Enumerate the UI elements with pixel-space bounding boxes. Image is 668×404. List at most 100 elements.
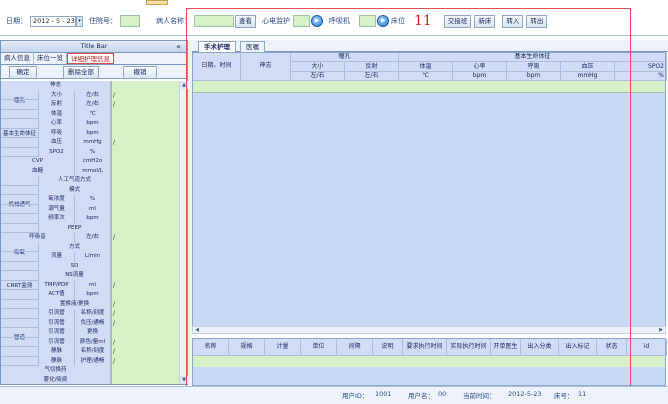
orders-col-header[interactable]: 间隔 [337, 339, 373, 356]
grid-item-value[interactable]: / [111, 337, 179, 347]
handover-button[interactable]: 交接班 [443, 14, 472, 28]
tab-detailed-care[interactable]: 详细护理信息 [67, 53, 114, 64]
grid-item-value[interactable] [111, 109, 179, 119]
grid-item-value[interactable]: / [111, 233, 179, 243]
grid-item-name: 引流管 [39, 309, 75, 319]
date-picker-input[interactable]: 2012 - 5 - 23 [30, 15, 76, 27]
grid-item-value[interactable] [111, 195, 179, 205]
col-heart-rate[interactable]: 心率 [453, 62, 507, 72]
orders-col-header[interactable]: 名称 [193, 339, 229, 356]
grid-row: CVP cmH2o [1, 157, 179, 167]
orders-col-header[interactable]: 状态 [597, 339, 627, 356]
grid-item-value[interactable] [111, 128, 179, 138]
grid-item-value[interactable] [111, 166, 179, 176]
user-name-label: 用户名： [408, 392, 434, 400]
patient-name-label: 病人名称： [156, 17, 191, 25]
col-consciousness[interactable]: 神志 [241, 53, 291, 81]
grid-item-unit: 更换 [75, 328, 111, 338]
tab-orders[interactable]: 医嘱 [240, 41, 265, 52]
scroll-down-icon[interactable]: ▼ [180, 376, 188, 384]
grid-item-value[interactable]: / [111, 138, 179, 148]
ecg-play-icon[interactable]: ▶ [311, 15, 323, 27]
grid-item-name: 置换液/更换 [39, 299, 111, 309]
grid-item-value[interactable] [111, 375, 179, 384]
grid-item-value[interactable]: / [111, 347, 179, 357]
grid-item-value[interactable] [111, 176, 179, 186]
grid-item-value[interactable] [111, 328, 179, 338]
grid-item-value[interactable]: / [111, 318, 179, 328]
transfer-in-button[interactable]: 转入 [502, 14, 524, 28]
grid-row: 模式 [1, 185, 179, 195]
orders-col-header[interactable]: 出入分类 [521, 339, 559, 356]
transfer-out-button[interactable]: 转出 [526, 14, 548, 28]
orders-col-header[interactable]: 要求执行时间 [403, 339, 447, 356]
undo-button[interactable]: 撤销 [123, 66, 157, 79]
ecg-monitor-field[interactable] [293, 15, 310, 27]
grid-item-value[interactable]: / [111, 299, 179, 309]
view-button[interactable]: 查看 [235, 14, 256, 28]
col-respiration[interactable]: 呼吸 [507, 62, 561, 72]
grid-item-value[interactable] [111, 185, 179, 195]
bed-no: 11 [578, 390, 587, 398]
left-vertical-scrollbar[interactable]: ▲ ▼ [179, 81, 188, 384]
inpatient-no-input[interactable] [120, 15, 140, 27]
grid-item-value[interactable] [111, 271, 179, 281]
grid-item-value[interactable] [111, 81, 179, 91]
ventilator-play-icon[interactable]: ▶ [377, 15, 389, 27]
orders-col-header[interactable]: 计量 [265, 339, 301, 356]
grid-item-value[interactable] [111, 214, 179, 224]
bed-no-label: 床号： [554, 392, 574, 400]
new-bed-button[interactable]: 新床 [474, 14, 496, 28]
scroll-right-icon[interactable]: ▶ [657, 327, 665, 334]
grid-item-value[interactable] [111, 223, 179, 233]
orders-col-header[interactable]: 实际执行时间 [447, 339, 491, 356]
orders-new-row[interactable] [193, 356, 665, 367]
col-pupil[interactable]: 瞳孔 [291, 53, 399, 62]
grid-item-unit: 护理/通畅 [75, 356, 111, 366]
col-temperature[interactable]: 体温 [399, 62, 453, 72]
grid-item-value[interactable] [111, 119, 179, 129]
grid-item-value[interactable] [111, 242, 179, 252]
grid-item-value[interactable] [111, 252, 179, 262]
patient-name-input[interactable] [194, 15, 234, 27]
grid-item-value[interactable]: / [111, 90, 179, 100]
tab-patient-info[interactable]: 病人信息 [1, 53, 34, 64]
col-spo2-unit: % [615, 72, 667, 81]
collapse-icon[interactable]: « [176, 41, 181, 52]
col-blood-pressure[interactable]: 血压 [561, 62, 615, 72]
tab-surgical-care[interactable]: 手术护理 [198, 41, 236, 52]
tab-bed-overview[interactable]: 床位一览 [34, 53, 67, 64]
grid-item-value[interactable]: / [111, 309, 179, 319]
orders-col-header[interactable]: 开单医生 [491, 339, 521, 356]
care-record-body[interactable] [193, 93, 665, 327]
grid-item-value[interactable] [111, 204, 179, 214]
delete-all-button[interactable]: 删除全部 [63, 66, 99, 79]
grid-item-value[interactable]: / [111, 356, 179, 366]
grid-item-name: 潮气量 [39, 204, 75, 214]
grid-item-unit: cmH2o [75, 157, 111, 167]
scroll-left-icon[interactable]: ◀ [193, 327, 201, 334]
grid-item-value[interactable] [111, 290, 179, 300]
col-pupil-reflex[interactable]: 反射 [345, 62, 399, 72]
grid-item-value[interactable]: / [111, 100, 179, 110]
orders-col-header[interactable]: 说明 [373, 339, 403, 356]
grid-item-value[interactable] [111, 261, 179, 271]
col-spo2[interactable]: SPO2 [615, 62, 667, 72]
ventilator-field[interactable] [359, 15, 376, 27]
col-vital-signs[interactable]: 基本生命体征 [399, 53, 667, 62]
calendar-dropdown-icon[interactable]: ▾ [76, 15, 83, 27]
grid-item-value[interactable] [111, 366, 179, 376]
care-record-new-row[interactable] [193, 81, 665, 93]
orders-col-header[interactable]: 出入标记 [559, 339, 597, 356]
orders-col-header[interactable]: 规格 [229, 339, 265, 356]
grid-item-value[interactable] [111, 157, 179, 167]
col-pupil-size[interactable]: 大小 [291, 62, 345, 72]
horizontal-scrollbar[interactable]: ◀ ▶ [192, 326, 666, 334]
orders-col-header[interactable]: id [627, 339, 667, 356]
grid-item-value[interactable] [111, 147, 179, 157]
orders-col-header[interactable]: 单位 [301, 339, 337, 356]
scroll-up-icon[interactable]: ▲ [180, 81, 188, 89]
col-datetime[interactable]: 日期、时间 [193, 53, 241, 81]
grid-item-value[interactable]: / [111, 280, 179, 290]
confirm-button[interactable]: 确定 [9, 66, 37, 79]
